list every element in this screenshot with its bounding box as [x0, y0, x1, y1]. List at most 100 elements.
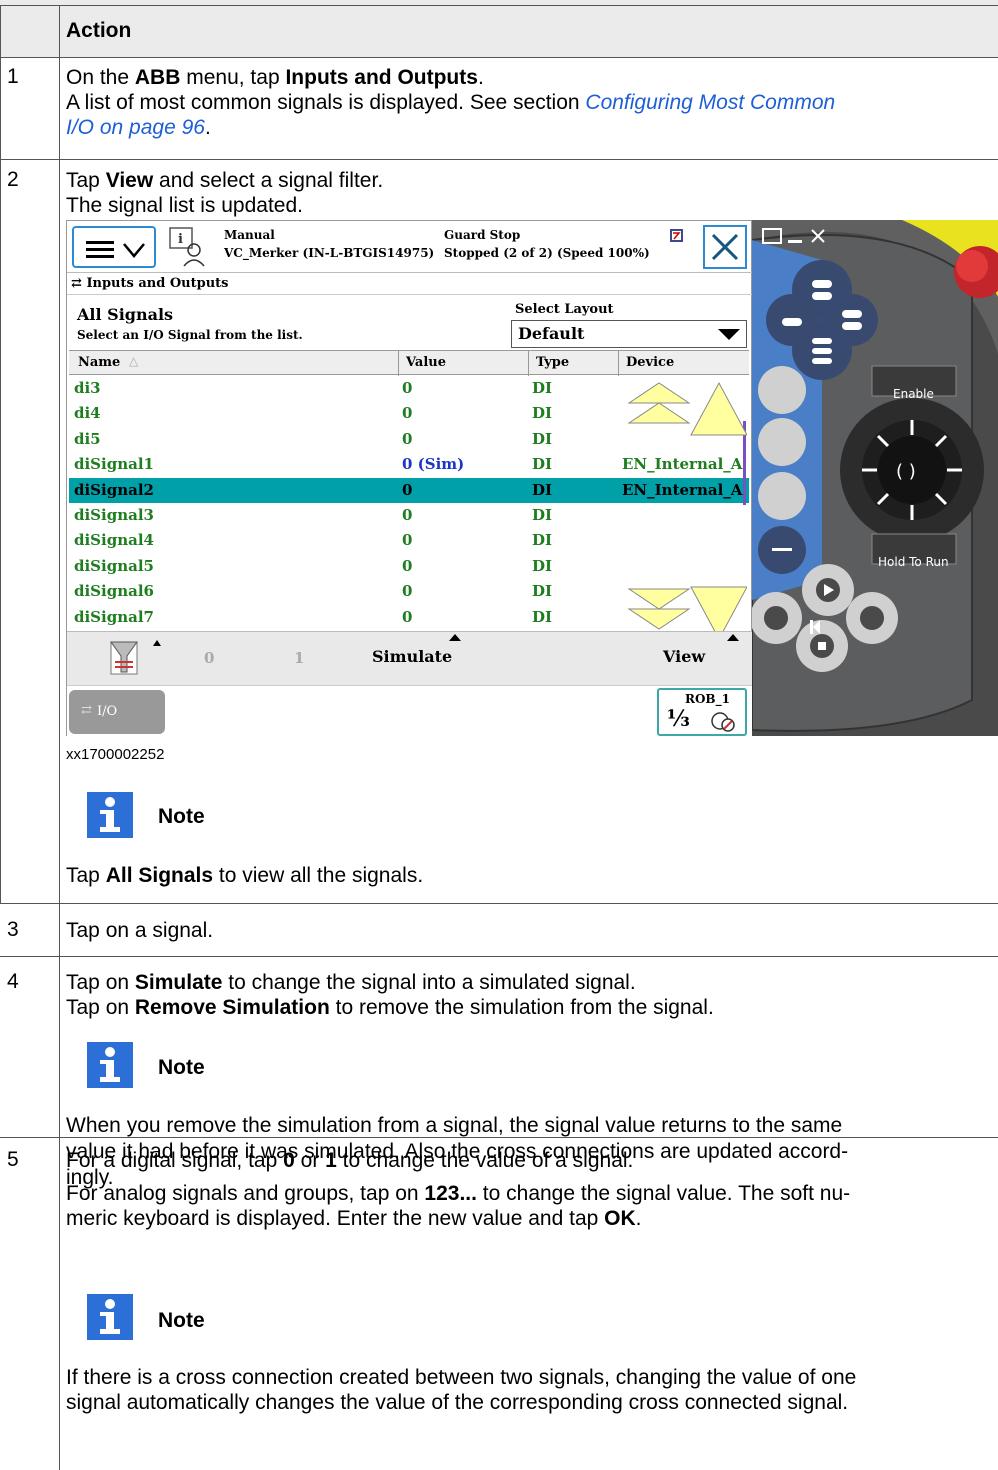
abb-menu-button[interactable]: [72, 226, 156, 268]
pendant-device: ( ) Enable Hold To Run: [752, 220, 998, 736]
view-button[interactable]: View: [663, 647, 705, 666]
io-icon: ⇄: [81, 703, 92, 718]
chevron-down-icon: [718, 329, 740, 340]
cell-type: DI: [532, 582, 553, 601]
list-subtitle: Select an I/O Signal from the list.: [77, 328, 303, 342]
figure-id: xx1700002252: [66, 746, 165, 763]
operator-info-icon[interactable]: i: [167, 226, 209, 268]
step-2-text: Tap View and select a signal filter. The…: [66, 169, 384, 217]
taskbar: ⇄ I/O ROB_1 ⅓: [67, 685, 753, 737]
cell-value: 0: [402, 556, 413, 575]
cell-value: 0: [402, 582, 413, 601]
previous-icon[interactable]: [810, 620, 820, 634]
cell-name: diSignal6: [74, 582, 154, 601]
pendant-body: ( ): [752, 220, 998, 736]
close-icon: [711, 233, 739, 261]
cell-type: DI: [532, 607, 553, 626]
cell-value: 0: [402, 480, 413, 499]
breadcrumb: ⇄ Inputs and Outputs: [71, 276, 229, 291]
divider: [0, 57, 998, 58]
menu-icon: [86, 241, 145, 258]
procedure-table: Action 1 On the ABB menu, tap Inputs and…: [0, 0, 998, 1470]
cell-value: 0 (Sim): [402, 455, 465, 474]
layout-select[interactable]: Default: [511, 320, 747, 348]
list-title[interactable]: All Signals: [77, 305, 173, 324]
cell-value: 0: [402, 607, 413, 626]
cell-type: DI: [532, 480, 553, 499]
table-row[interactable]: diSignal5 0 DI: [69, 554, 749, 579]
table-row[interactable]: diSignal4 0 DI: [69, 528, 749, 553]
maximize-icon[interactable]: [762, 228, 782, 244]
close-icon[interactable]: [810, 228, 826, 244]
divider: [0, 903, 998, 904]
rob-label: ROB_1: [685, 692, 730, 706]
status-bar: i Manual VC_Merker (IN-L-BTGIS14975) Gua…: [67, 221, 753, 273]
cell-type: DI: [532, 429, 553, 448]
pendant-screen: i Manual VC_Merker (IN-L-BTGIS14975) Gua…: [66, 220, 753, 737]
note-text: If there is a cross connection created b…: [66, 1366, 857, 1414]
cell-name: diSignal1: [74, 455, 154, 474]
cell-type: DI: [532, 379, 553, 397]
robot-status-button[interactable]: ROB_1 ⅓: [657, 688, 747, 736]
note-title: Note: [158, 1309, 205, 1332]
step-number: 4: [7, 970, 19, 993]
layout-label: Select Layout: [515, 302, 614, 317]
menu-arrow-icon: [449, 634, 461, 641]
divider: [618, 351, 619, 376]
divider: [67, 294, 753, 295]
scroll-up-icon[interactable]: [627, 379, 747, 439]
step-number: 2: [7, 168, 19, 191]
sort-icon: △: [129, 354, 139, 368]
cell-value: 0: [402, 429, 413, 448]
step-number: 5: [7, 1148, 19, 1171]
cell-type: DI: [532, 556, 553, 575]
info-icon: [87, 792, 133, 838]
cell-name: diSignal3: [74, 506, 154, 524]
table-row[interactable]: diSignal3 0 DI: [69, 503, 749, 528]
step-number: 3: [7, 918, 19, 941]
enable-button[interactable]: Enable: [893, 387, 934, 401]
table-row[interactable]: diSignal1 0 (Sim) DI EN_Internal_A: [69, 452, 749, 477]
note-text: Tap All Signals to view all the signals.: [66, 864, 424, 887]
divider: [398, 351, 399, 376]
close-button[interactable]: [703, 225, 747, 269]
one-button[interactable]: 1: [294, 649, 304, 667]
flexpendant-screenshot: i Manual VC_Merker (IN-L-BTGIS14975) Gua…: [66, 220, 998, 737]
minimize-icon[interactable]: [788, 240, 802, 243]
zero-button[interactable]: 0: [204, 649, 214, 667]
page-link[interactable]: I/O on page 96: [66, 116, 205, 139]
coordinate-icon: [711, 712, 735, 732]
io-icon: ⇄: [71, 276, 82, 291]
note-title: Note: [158, 805, 205, 828]
cell-type: DI: [532, 506, 553, 524]
step-1-text: On the ABB menu, tap Inputs and Outputs.…: [66, 66, 836, 139]
step-3-text: Tap on a signal.: [66, 919, 214, 942]
info-icon: [87, 1294, 133, 1340]
io-tab-button[interactable]: ⇄ I/O: [69, 690, 165, 734]
guard-status: Guard Stop: [444, 228, 521, 242]
column-name[interactable]: Name: [78, 355, 120, 370]
divider: [528, 351, 529, 376]
column-type[interactable]: Type: [536, 355, 569, 370]
cell-value: 0: [402, 531, 413, 550]
svg-text:i: i: [178, 232, 183, 247]
filter-icon[interactable]: [97, 638, 169, 680]
divider: [0, 5, 1, 903]
cell-device: EN_Internal_A: [622, 480, 743, 499]
cell-name: di5: [74, 429, 101, 448]
table-row[interactable]: diSignal2 0 DI EN_Internal_A: [69, 477, 749, 503]
divider: [59, 5, 60, 1470]
hold-to-run-button[interactable]: Hold To Run: [878, 555, 949, 569]
cell-name: di4: [74, 404, 101, 423]
cell-name: diSignal5: [74, 556, 154, 575]
cell-value: 0: [402, 404, 413, 423]
program-icon: [670, 229, 683, 242]
cell-name: diSignal4: [74, 531, 154, 550]
simulate-button[interactable]: Simulate: [372, 647, 452, 666]
io-tab-label: I/O: [97, 704, 118, 719]
cell-name: di3: [74, 379, 101, 397]
column-value[interactable]: Value: [406, 355, 446, 370]
column-device[interactable]: Device: [626, 355, 674, 370]
section-link[interactable]: Configuring Most Common: [585, 91, 835, 114]
divider: [0, 5, 998, 6]
